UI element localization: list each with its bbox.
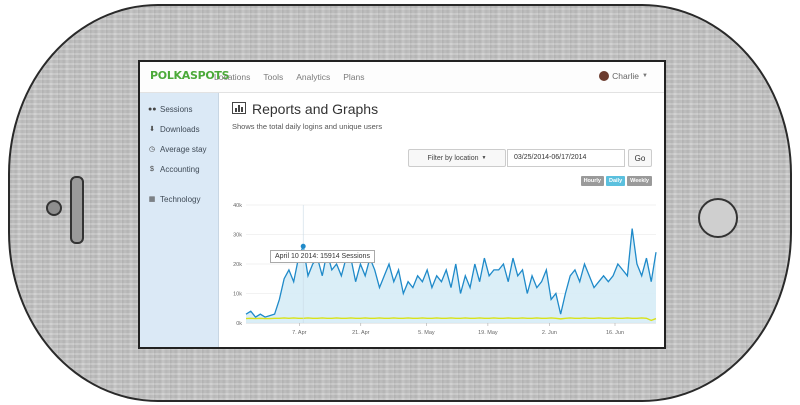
y-tick-label: 0k	[236, 321, 242, 327]
download-icon: ⬇	[149, 126, 155, 133]
main-nav: Locations Tools Analytics Plans	[214, 72, 365, 82]
y-tick-label: 20k	[233, 262, 242, 268]
top-navbar: POLKASPOTS Locations Tools Analytics Pla…	[140, 62, 664, 93]
sidebar: ●● Sessions ⬇ Downloads ◷ Average stay $…	[140, 93, 219, 347]
dollar-icon: $	[150, 165, 154, 173]
phone-side-button	[70, 176, 84, 244]
page-subtitle: Shows the total daily logins and unique …	[232, 122, 383, 131]
date-range-input[interactable]: 03/25/2014-06/17/2014	[507, 149, 625, 167]
main-content: Reports and Graphs Shows the total daily…	[218, 93, 664, 347]
nav-analytics[interactable]: Analytics	[296, 72, 330, 82]
app-screen: POLKASPOTS Locations Tools Analytics Pla…	[138, 60, 666, 349]
nav-plans[interactable]: Plans	[343, 72, 364, 82]
avatar	[599, 71, 610, 81]
go-button[interactable]: Go	[628, 149, 652, 167]
page-title: Reports and Graphs	[232, 101, 378, 117]
sidebar-item-average-stay[interactable]: ◷ Average stay	[140, 139, 218, 159]
nav-locations[interactable]: Locations	[214, 72, 250, 82]
sidebar-item-label: Downloads	[160, 124, 200, 134]
home-button[interactable]	[698, 198, 738, 238]
sidebar-item-sessions[interactable]: ●● Sessions	[140, 99, 218, 119]
hourly-button[interactable]: Hourly	[580, 176, 604, 186]
filter-by-location-button[interactable]: Filter by location ▼	[408, 149, 506, 167]
granularity-toggle: Hourly Daily Weekly	[580, 176, 652, 186]
bar-chart-icon	[232, 101, 246, 117]
weekly-button[interactable]: Weekly	[627, 176, 652, 186]
sidebar-item-label: Average stay	[160, 144, 207, 154]
hover-point	[300, 243, 306, 249]
y-tick-label: 40k	[233, 203, 242, 209]
daily-button[interactable]: Daily	[605, 176, 626, 186]
sidebar-item-label: Technology	[160, 194, 201, 204]
user-menu[interactable]: Charlie ▼	[599, 71, 648, 81]
sidebar-item-label: Accounting	[160, 164, 200, 174]
caret-down-icon: ▼	[642, 73, 648, 79]
x-tick-label: 19. May	[478, 330, 498, 336]
sidebar-item-technology[interactable]: ▦ Technology	[140, 189, 218, 209]
nav-tools[interactable]: Tools	[263, 72, 283, 82]
sidebar-item-accounting[interactable]: $ Accounting	[140, 159, 218, 179]
x-tick-label: 7. Apr	[292, 330, 307, 336]
x-tick-label: 16. Jun	[606, 330, 624, 336]
chart-tooltip: April 10 2014: 15914 Sessions	[270, 250, 375, 263]
clock-icon: ◷	[148, 146, 156, 153]
y-tick-label: 30k	[233, 233, 242, 239]
filter-label: Filter by location	[427, 154, 479, 162]
sessions-chart: 0k 10k 20k 30k 40k 7. Apr 21. Apr 5. May 19. May…	[233, 203, 657, 336]
camera-dot	[46, 200, 62, 216]
calendar-icon: ▦	[148, 196, 156, 203]
users-icon: ●●	[148, 105, 157, 113]
x-tick-label: 2. Jun	[542, 330, 557, 336]
x-tick-label: 21. Apr	[352, 330, 370, 336]
page-title-text: Reports and Graphs	[252, 101, 379, 117]
y-tick-label: 10k	[233, 292, 242, 298]
sidebar-item-label: Sessions	[160, 104, 193, 114]
sidebar-item-downloads[interactable]: ⬇ Downloads	[140, 119, 218, 139]
caret-down-icon: ▼	[481, 155, 487, 161]
x-tick-label: 5. May	[418, 330, 435, 336]
user-name: Charlie	[612, 71, 640, 81]
